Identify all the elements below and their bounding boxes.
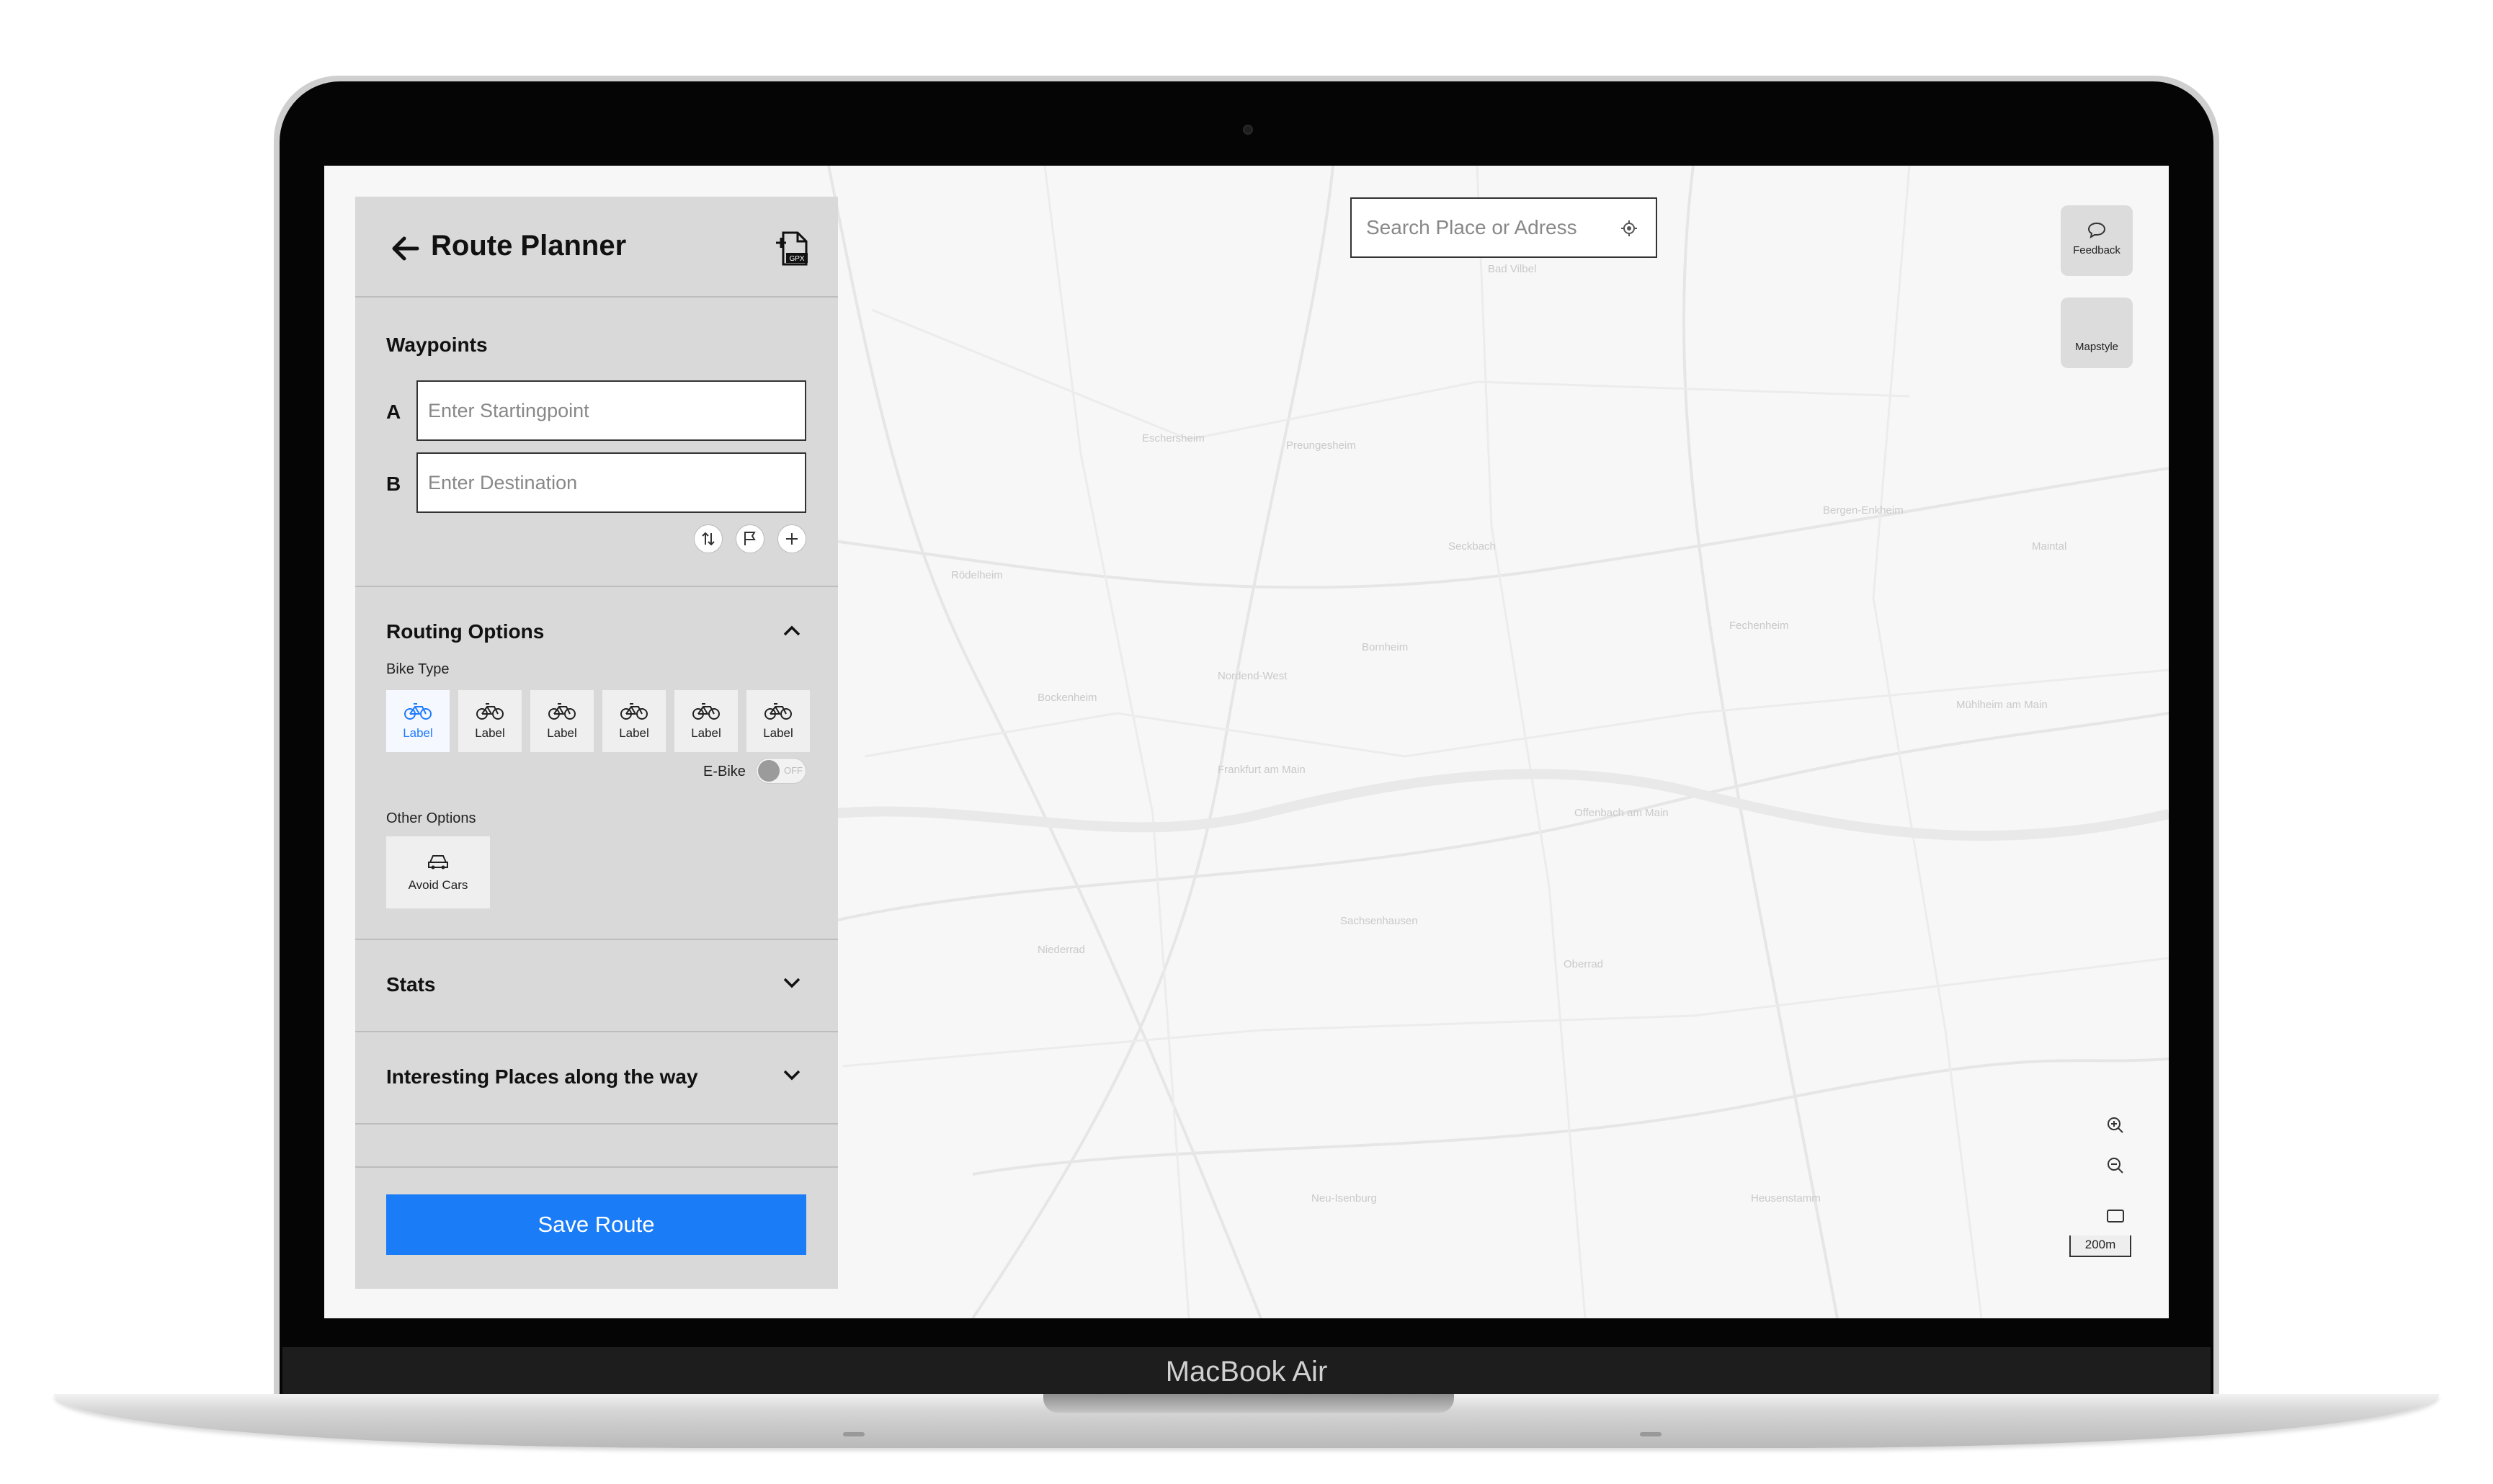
add-waypoint-button[interactable] [777,524,806,553]
map-place-label: Maintal [2032,540,2067,553]
destination-input[interactable]: Enter Destination [416,452,806,513]
bike-type-option[interactable]: Label [602,690,666,752]
bike-option-label: Label [547,726,577,740]
chevron-up-icon[interactable] [780,620,803,640]
bike-option-label: Label [475,726,505,740]
waypoint-letter-b: B [386,473,401,495]
plus-icon [786,533,798,545]
bike-option-label: Label [691,726,721,740]
feedback-label: Feedback [2073,244,2120,256]
bike-type-option[interactable]: Label [674,690,738,752]
toggle-state: OFF [784,765,803,776]
waypoints-heading: Waypoints [386,334,488,356]
stats-section-toggle[interactable]: Stats [355,940,838,1031]
start-point-input[interactable]: Enter Startingpoint [416,380,806,441]
search-input[interactable]: Search Place or Adress [1350,197,1657,258]
map-place-label: Bad Vilbel [1488,263,1537,275]
car-icon [428,855,448,870]
laptop-foot [843,1432,865,1436]
map-scale: 200m [2069,1235,2131,1257]
bike-type-label: Bike Type [386,661,450,677]
flag-icon [744,532,756,545]
zoom-out-button[interactable] [2101,1151,2130,1180]
bike-option-label: Label [403,726,433,740]
map-place-label: Oberrad [1564,958,1604,970]
mapstyle-button[interactable]: Mapstyle [2061,298,2133,368]
map-place-label: Seckbach [1448,540,1496,553]
map-place-label: Mühlheim am Main [1956,699,2048,711]
map-place-label: Niederrad [1038,944,1085,956]
toggle-knob [758,760,780,782]
bike-type-option[interactable]: Label [530,690,594,752]
start-placeholder: Enter Startingpoint [428,400,589,421]
routing-options-heading[interactable]: Routing Options [386,620,544,643]
ebike-label: E-Bike [703,764,746,779]
map-place-label: Neu-Isenburg [1311,1192,1377,1204]
map-place-label: Fechenheim [1729,620,1789,632]
add-stop-flag-button[interactable] [736,524,764,553]
interesting-places-heading: Interesting Places along the way [386,1065,698,1088]
page-title: Route Planner [431,230,627,262]
other-options-label: Other Options [386,810,476,826]
app-screen: Frankfurt am Main Offenbach am Main Bad … [324,166,2169,1318]
map-place-label: Heusenstamm [1751,1192,1821,1204]
bike-type-option[interactable]: Label [458,690,522,752]
avoid-cars-option[interactable]: Avoid Cars [386,836,490,908]
map-place-label: Sachsenhausen [1340,915,1418,927]
divider [355,586,838,587]
bicycle-icon [404,703,432,720]
gpx-export-button[interactable]: GPX [775,230,812,267]
avoid-cars-label: Avoid Cars [408,878,468,892]
divider [355,1123,838,1125]
waypoint-letter-a: A [386,401,401,423]
map-place-label: Rödelheim [951,569,1003,581]
camera [1243,125,1253,135]
fullscreen-button[interactable] [2101,1202,2130,1230]
map-place-label: Offenbach am Main [1574,807,1669,819]
gpx-label: GPX [789,255,804,263]
dest-placeholder: Enter Destination [428,472,578,493]
map-place-label: Frankfurt am Main [1218,764,1306,776]
chevron-down-icon [783,978,800,988]
map-place-label: Bornheim [1362,641,1409,653]
zoom-in-icon [2108,1117,2123,1133]
swap-icon [702,532,715,546]
zoom-out-icon [2108,1158,2123,1174]
bicycle-icon [620,703,648,720]
map-place-label: Nordend-West [1218,670,1288,682]
device-brand-label: MacBook Air [1165,1356,1328,1387]
bicycle-icon [548,703,576,720]
zoom-in-button[interactable] [2101,1111,2130,1140]
feedback-button[interactable]: Feedback [2061,205,2133,276]
bike-type-option[interactable]: Label [746,690,810,752]
stats-heading: Stats [386,973,436,996]
gpx-file-icon: GPX [776,231,808,266]
map-place-label: Bockenheim [1038,692,1097,704]
interesting-places-section-toggle[interactable]: Interesting Places along the way [355,1032,838,1123]
locate-icon[interactable] [1620,219,1638,238]
bicycle-icon [476,703,504,720]
save-route-button[interactable]: Save Route [386,1194,806,1255]
route-planner-panel: Route Planner GPX Waypoints A Enter Star… [355,197,838,1289]
ebike-toggle[interactable]: OFF [756,758,806,784]
map-place-label: Eschersheim [1142,432,1205,444]
chevron-down-icon [783,1070,800,1081]
laptop-foot [1640,1432,1662,1436]
bike-option-label: Label [763,726,793,740]
bike-option-label: Label [619,726,649,740]
map-place-label: Bergen-Enkheim [1823,504,1904,517]
map-place-label: Preungesheim [1286,439,1356,452]
bicycle-icon [692,703,720,720]
divider [355,1166,838,1168]
speech-bubble-icon [2087,222,2106,239]
bicycle-icon [764,703,792,720]
search-placeholder: Search Place or Adress [1366,216,1577,238]
laptop-notch [1043,1394,1454,1413]
fullscreen-icon [2107,1210,2124,1222]
bike-type-option[interactable]: Label [386,690,450,752]
mapstyle-label: Mapstyle [2074,341,2119,353]
back-arrow-icon[interactable] [388,234,423,263]
swap-waypoints-button[interactable] [694,524,723,553]
